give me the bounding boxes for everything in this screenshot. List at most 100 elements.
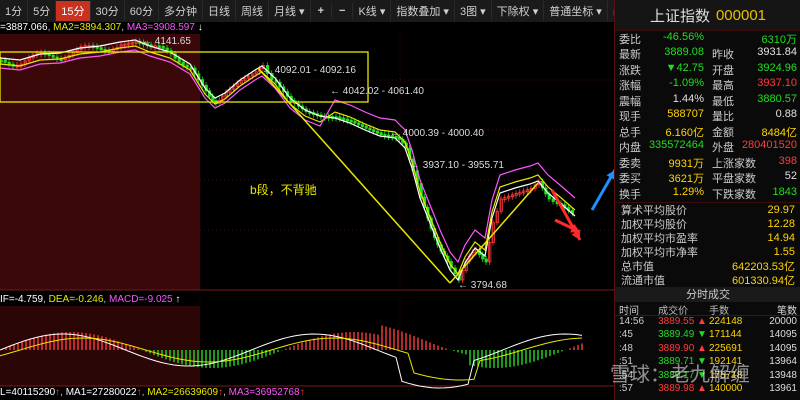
candle-body <box>368 127 372 131</box>
stat-value: 14.94 <box>767 231 795 244</box>
quote-value: -46.56% <box>663 30 704 43</box>
kline-chart-area[interactable]: ← 4141.65 ← 4092.01 - 4092.16 ← 4042.02 - … <box>0 22 614 400</box>
quote-title: 上证指数 000001 <box>615 0 800 31</box>
label-r2: ← 4042.02 - 4061.40 <box>330 86 424 97</box>
quote-cell: 外盘 280401520 <box>708 139 800 155</box>
quote-value: 3889.08 <box>664 46 704 59</box>
trade-cell: 14095 <box>769 342 797 354</box>
segment-note: b段，不背驰 <box>250 182 317 197</box>
stat-row: 总市值 642203.53亿 <box>615 259 800 273</box>
quote-row: 总手 6.160亿 金额 8484亿 <box>615 124 800 140</box>
stat-row: 加权平均市净率 1.55 <box>615 245 800 259</box>
stat-value: 12.28 <box>767 217 795 230</box>
quote-value: 1.44% <box>672 92 704 105</box>
candle-body <box>551 198 555 202</box>
label-high: ← 4141.65 <box>142 36 191 47</box>
segment-down-line <box>257 67 451 284</box>
stat-row: 流通市值 601330.94亿 <box>615 273 800 287</box>
trade-row: :45 3889.49 ▼ 171144 14095 <box>615 329 800 343</box>
period-tab-7[interactable]: 周线 <box>236 1 269 21</box>
toolbar-button-1[interactable]: 指数叠加 ▾ <box>391 1 455 21</box>
quote-label: 最低 <box>712 95 734 108</box>
candle-body <box>372 129 376 132</box>
quote-table: 委比 -46.56% 6310万 最新 3889.08 昨收 3931.84 涨跌 ▼42.75… <box>615 31 800 202</box>
candle-body <box>375 130 380 134</box>
quote-label: 昨收 <box>712 49 734 62</box>
vol-value: L=40115290 <box>0 387 56 398</box>
trades-title[interactable]: 分时成交 <box>615 286 800 302</box>
quote-cell: 开盘 3924.96 <box>708 62 800 78</box>
label-low: ← 3794.68 <box>458 280 507 291</box>
period-tab-1[interactable]: 5分 <box>28 1 57 21</box>
quote-cell: 昨收 3931.84 <box>708 46 800 62</box>
macd-arrow: ↑ <box>175 294 181 305</box>
segment-up-line <box>449 182 539 284</box>
quote-value: 3621万 <box>668 173 704 186</box>
candle-body <box>357 122 361 126</box>
quote-cell: 现手 588707 <box>615 108 708 124</box>
quote-label: 委买 <box>619 173 641 186</box>
trade-cell: 224148 <box>708 315 743 327</box>
candle-body <box>379 132 383 136</box>
quote-label: 涨幅 <box>619 80 641 93</box>
trade-cell: 13948 <box>769 369 797 381</box>
toolbar-button-0[interactable]: K线 ▾ <box>353 1 392 21</box>
zoom-out-button[interactable]: − <box>332 3 354 19</box>
quote-value: 3880.57 <box>757 92 797 105</box>
zoom-in-button[interactable]: + <box>311 3 333 19</box>
period-tab-0[interactable]: 1分 <box>0 1 29 21</box>
quote-value: 52 <box>784 170 797 183</box>
stat-label: 流通市值 <box>621 274 665 287</box>
quote-label: 震幅 <box>619 95 641 108</box>
trade-cell: :45 <box>619 329 633 340</box>
quote-row: 委比 -46.56% 6310万 <box>615 31 800 47</box>
trade-cell: :48 <box>619 342 633 354</box>
quote-value: 3931.84 <box>757 46 797 59</box>
quote-cell: 委买 3621万 <box>615 170 708 186</box>
quote-label: 总手 <box>619 126 641 139</box>
quote-label: 涨跌 <box>619 64 641 77</box>
quote-value: 9931万 <box>668 157 704 170</box>
watermark: 雪球：老九解缠 <box>610 364 750 386</box>
stat-row: 加权平均市盈率 14.94 <box>615 231 800 245</box>
trade-row: :48 3889.90 ▲ 225691 14095 <box>615 343 800 357</box>
stat-value: 601330.94亿 <box>732 274 795 287</box>
period-tab-2[interactable]: 15分 <box>56 1 91 21</box>
quote-value: -1.09% <box>669 77 704 90</box>
period-tab-5[interactable]: 多分钟 <box>159 1 203 21</box>
kline-chart[interactable]: ← 4141.65 ← 4092.01 - 4092.16 ← 4042.02 - … <box>0 22 614 400</box>
toolbar-button-4[interactable]: 普通坐标 ▾ <box>544 1 608 21</box>
period-month-dropdown[interactable]: 月线 ▾ <box>269 1 311 21</box>
ma1-value: =3887.066 <box>0 22 48 33</box>
quote-cell: 量比 0.88 <box>708 108 800 124</box>
trades-col-header: 笔数 <box>777 305 797 317</box>
toolbar-button-3[interactable]: 下除权 ▾ <box>492 1 545 21</box>
label-r3: ← 4000.39 - 4000.40 <box>390 128 484 139</box>
quote-value: 0.88 <box>775 108 797 121</box>
quote-value: 3937.10 <box>757 77 797 90</box>
period-tab-4[interactable]: 60分 <box>125 1 159 21</box>
trade-cell: 20000 <box>769 315 797 327</box>
trade-row: 14:56 3889.55 ▲ 224148 20000 <box>615 316 800 330</box>
candle-body <box>484 258 488 263</box>
vol-ma2-value: MA2=26639609 <box>147 387 219 398</box>
quote-row: 最新 3889.08 昨收 3931.84 <box>615 46 800 63</box>
quote-label: 最新 <box>619 49 641 62</box>
market-stats: 算术平均股价 29.97 加权平均股价 12.28 加权平均市盈率 14.94 加权平均市净… <box>615 203 800 287</box>
quote-row: 委买 3621万 平盘家数 52 <box>615 170 800 187</box>
quote-cell: 最新 3889.08 <box>615 46 708 62</box>
quote-label: 平盘家数 <box>712 173 756 186</box>
ma2-value: MA2=3894.307 <box>53 22 122 33</box>
label-r4: ← 3937.10 - 3955.71 <box>410 160 504 171</box>
period-tab-6[interactable]: 日线 <box>203 1 236 21</box>
quote-row: 现手 588707 量比 0.88 <box>615 108 800 125</box>
trades-col-header: 时间 <box>619 305 639 317</box>
toolbar-button-2[interactable]: 3图 ▾ <box>455 1 492 21</box>
quote-label: 量比 <box>712 111 734 124</box>
quote-value: 3924.96 <box>757 61 797 74</box>
ma-indicator-header: =3887.066, MA2=3894.307, MA3=3908.597 ↓ <box>0 22 203 33</box>
period-tab-3[interactable]: 30分 <box>91 1 125 21</box>
quote-label: 内盘 <box>619 142 641 155</box>
quote-row: 震幅 1.44% 最低 3880.57 <box>615 93 800 109</box>
quote-value: 8484亿 <box>761 126 797 139</box>
